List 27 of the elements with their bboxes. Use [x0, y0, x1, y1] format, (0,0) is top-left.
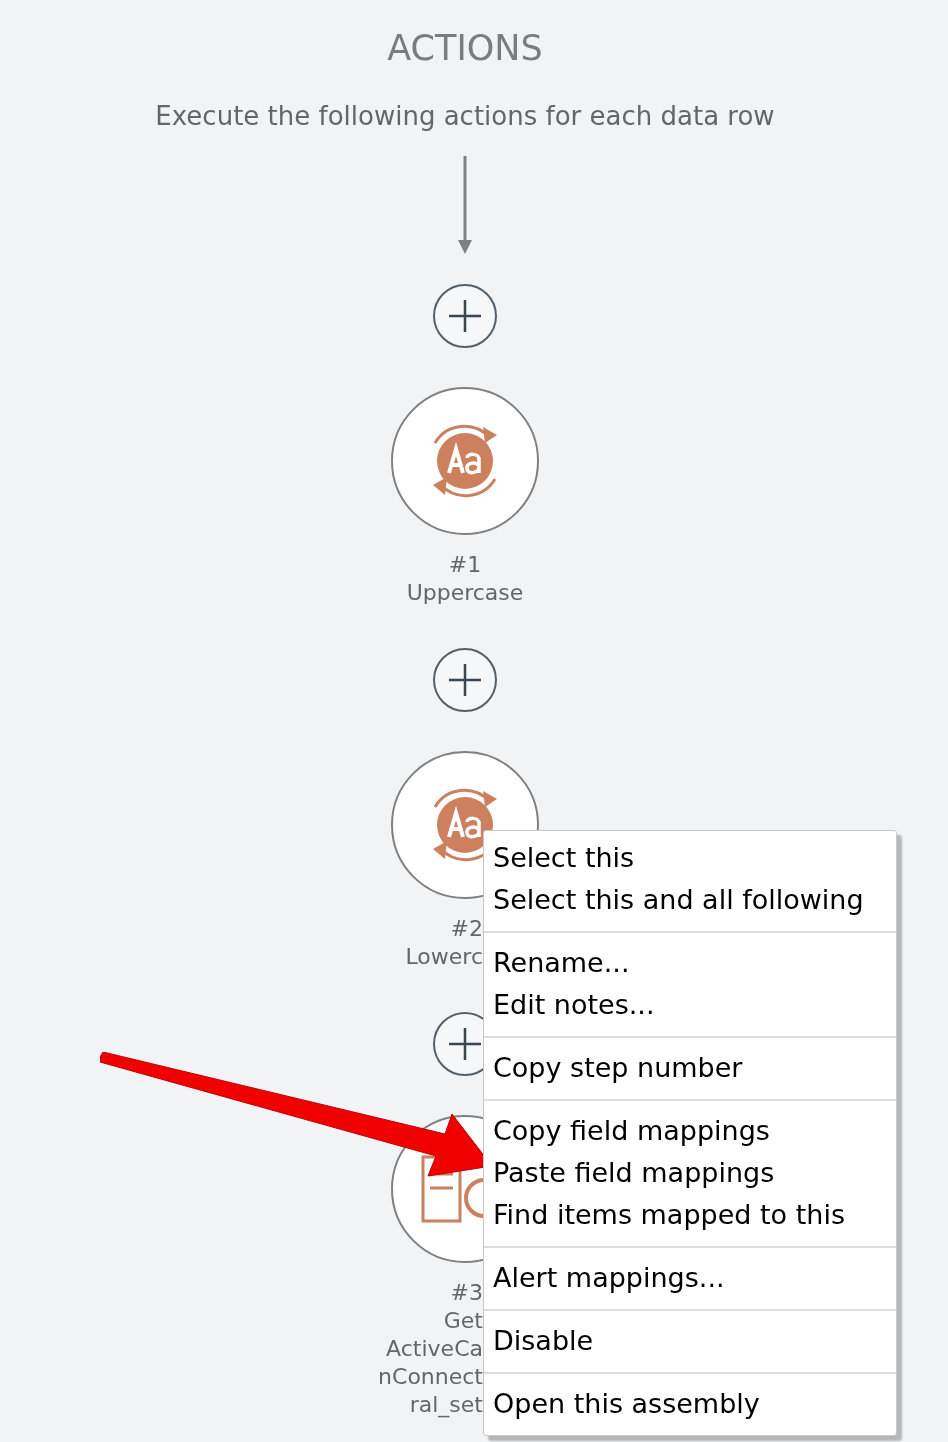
menu-item[interactable]: Copy step number — [484, 1047, 896, 1089]
menu-item[interactable]: Select this — [484, 837, 896, 879]
add-step-button[interactable] — [433, 648, 497, 712]
step-label: #2 — [450, 915, 483, 943]
menu-item[interactable]: Edit notes... — [484, 984, 896, 1026]
add-step-button[interactable] — [433, 284, 497, 348]
step-label: #1 — [448, 551, 482, 579]
menu-item[interactable]: Alert mappings... — [484, 1257, 896, 1299]
menu-item[interactable]: Rename... — [484, 942, 896, 984]
menu-item[interactable]: Disable — [484, 1320, 896, 1362]
menu-item[interactable]: Open this assembly — [484, 1383, 896, 1425]
menu-item[interactable]: Select this and all following — [484, 879, 896, 921]
step-label: ActiveCa — [386, 1335, 483, 1363]
menu-item[interactable]: Find items mapped to this — [484, 1194, 896, 1236]
step-label: Lowerc — [405, 943, 483, 971]
menu-item[interactable]: Paste field mappings — [484, 1152, 896, 1194]
plus-icon — [448, 663, 482, 697]
step-label: Get — [443, 1307, 483, 1335]
step-label: nConnect — [378, 1363, 483, 1391]
step-label: #3 — [450, 1279, 483, 1307]
plus-icon — [448, 299, 482, 333]
step-label: Uppercase — [406, 579, 524, 607]
menu-item[interactable]: Copy field mappings — [484, 1110, 896, 1152]
section-subtitle: Execute the following actions for each data row — [155, 100, 775, 133]
step-label: ral_set — [409, 1391, 483, 1419]
plus-icon — [448, 1027, 482, 1061]
section-title: ACTIONS — [387, 28, 543, 68]
